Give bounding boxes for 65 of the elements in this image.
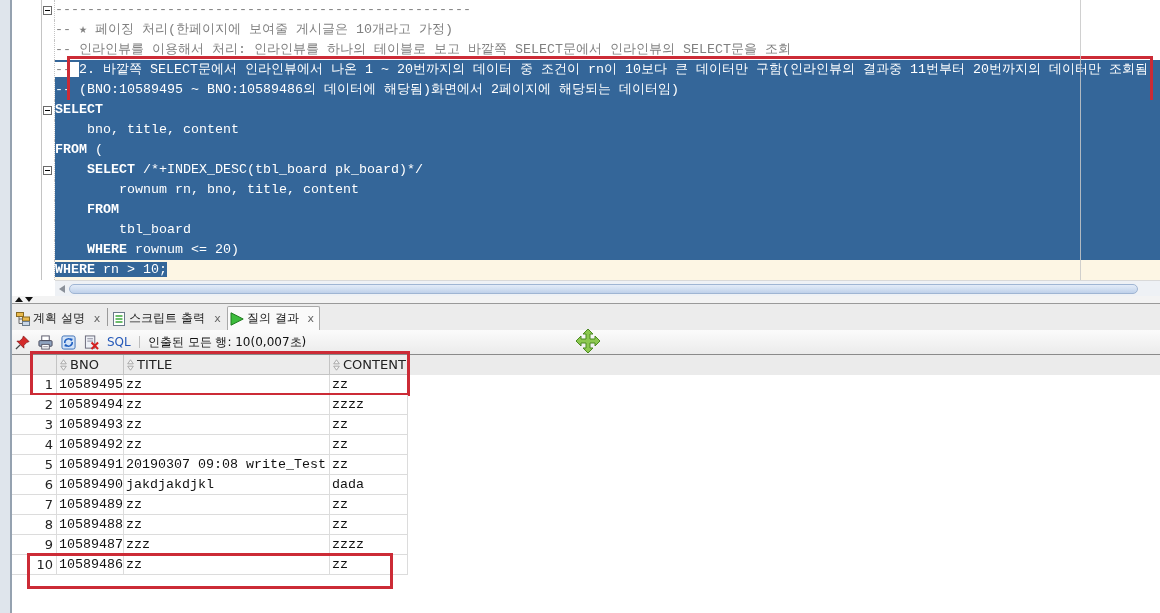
table-cell: zz	[330, 495, 408, 515]
table-cell: zzzz	[330, 395, 408, 415]
table-cell: zz	[124, 555, 330, 575]
printer-icon[interactable]	[38, 334, 53, 350]
table-cell: 10589494	[57, 395, 124, 415]
table-cell: 10589495	[57, 375, 124, 395]
down-arrow-icon[interactable]	[25, 297, 33, 302]
move-cursor-icon	[575, 328, 601, 354]
play-icon	[229, 311, 244, 326]
horizontal-scrollbar[interactable]	[55, 280, 1160, 296]
table-cell: 10589493	[57, 415, 124, 435]
table-cell: zz	[330, 515, 408, 535]
table-cell: 10589486	[57, 555, 124, 575]
row-number: 8	[12, 515, 57, 535]
table-cell: 20190307 09:08 write_Test	[124, 455, 330, 475]
table-cell: zz	[124, 415, 330, 435]
row-number: 9	[12, 535, 57, 555]
table-cell: zz	[124, 515, 330, 535]
column-header[interactable]: BNO	[57, 355, 124, 375]
document-cross-icon[interactable]	[84, 334, 99, 350]
table-cell: zzz	[124, 535, 330, 555]
status-text: 인출된 모든 행: 10(0,007초)	[147, 333, 307, 351]
row-number: 3	[12, 415, 57, 435]
table-cell: 10589488	[57, 515, 124, 535]
close-button[interactable]: x	[307, 312, 315, 325]
table-cell: 10589491	[57, 455, 124, 475]
row-number: 6	[12, 475, 57, 495]
table-cell: jakdjakdjkl	[124, 475, 330, 495]
table-cell: zz	[124, 435, 330, 455]
table-cell: zz	[330, 455, 408, 475]
table-cell: dada	[330, 475, 408, 495]
hierarchy-icon	[16, 311, 30, 326]
collapse-icon[interactable]	[43, 5, 52, 15]
tab[interactable]: 계획 설명 x	[13, 306, 107, 330]
collapse-icon[interactable]	[43, 105, 52, 115]
table-cell: zz	[330, 415, 408, 435]
up-arrow-icon[interactable]	[15, 297, 23, 302]
table-cell: 10589492	[57, 435, 124, 455]
refresh-icon[interactable]	[61, 334, 76, 350]
collapse-icon[interactable]	[43, 165, 52, 175]
code-line: WHERE rn > 10;	[55, 262, 167, 277]
scrollbar-thumb[interactable]	[69, 283, 1138, 294]
table-cell: 10589487	[57, 535, 124, 555]
table-cell: 10589489	[57, 495, 124, 515]
table-cell: 10589490	[57, 475, 124, 495]
table-cell: zzzz	[330, 535, 408, 555]
row-number: 4	[12, 435, 57, 455]
table-cell: zz	[330, 435, 408, 455]
column-header[interactable]: TITLE	[124, 355, 330, 375]
table-cell: zz	[124, 395, 330, 415]
table-cell: zz	[124, 495, 330, 515]
close-button[interactable]: x	[93, 312, 101, 325]
document-icon	[112, 311, 127, 326]
sql-link[interactable]: SQL	[107, 335, 131, 349]
row-number: 7	[12, 495, 57, 515]
row-number: 5	[12, 455, 57, 475]
scroll-left-icon[interactable]	[59, 284, 65, 293]
row-number: 2	[12, 395, 57, 415]
corner-header	[12, 355, 57, 375]
pin-icon[interactable]	[15, 334, 30, 350]
tab[interactable]: 스크립트 출력 x	[109, 306, 227, 330]
close-button[interactable]: x	[214, 312, 221, 325]
tab[interactable]: 질의 결과 x	[226, 306, 321, 330]
table-cell: zz	[124, 375, 330, 395]
code-line: FROM (	[55, 142, 103, 157]
